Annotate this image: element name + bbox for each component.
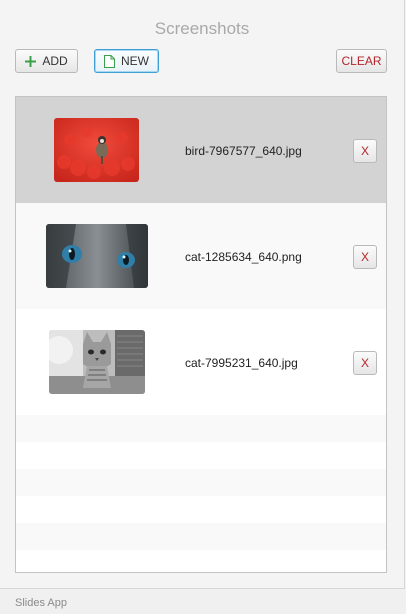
empty-row — [16, 550, 386, 572]
remove-button[interactable]: X — [353, 351, 377, 375]
new-file-icon — [104, 54, 115, 68]
new-button-label: NEW — [121, 54, 149, 68]
remove-button[interactable]: X — [353, 245, 377, 269]
plus-icon — [25, 55, 37, 67]
empty-row — [16, 415, 386, 442]
remove-button[interactable]: X — [353, 139, 377, 163]
status-bar: Slides App — [0, 589, 406, 614]
empty-row — [16, 442, 386, 469]
add-button-label: ADD — [42, 54, 68, 68]
empty-row — [16, 496, 386, 523]
thumbnail-image — [49, 330, 145, 394]
page-title: Screenshots — [154, 19, 250, 38]
list-item[interactable]: cat-7995231_640.jpg X — [16, 309, 386, 415]
new-button[interactable]: NEW — [94, 49, 159, 73]
file-name: cat-1285634_640.png — [185, 250, 302, 264]
list-item[interactable]: bird-7967577_640.jpg X — [16, 97, 386, 203]
file-name: bird-7967577_640.jpg — [185, 144, 302, 158]
thumbnail-image — [54, 118, 139, 182]
app-name-label: Slides App — [15, 597, 67, 609]
app-window: Screenshots ADD NEW CLEAR bird-7967577_6… — [0, 0, 405, 589]
screenshot-list[interactable]: bird-7967577_640.jpg X cat-1285634_640.p… — [15, 96, 387, 573]
empty-row — [16, 469, 386, 496]
empty-row — [16, 523, 386, 550]
clear-button[interactable]: CLEAR — [336, 49, 387, 73]
file-name: cat-7995231_640.jpg — [185, 356, 298, 370]
list-item[interactable]: cat-1285634_640.png X — [16, 203, 386, 309]
thumbnail-image — [46, 224, 148, 288]
add-button[interactable]: ADD — [15, 49, 78, 73]
